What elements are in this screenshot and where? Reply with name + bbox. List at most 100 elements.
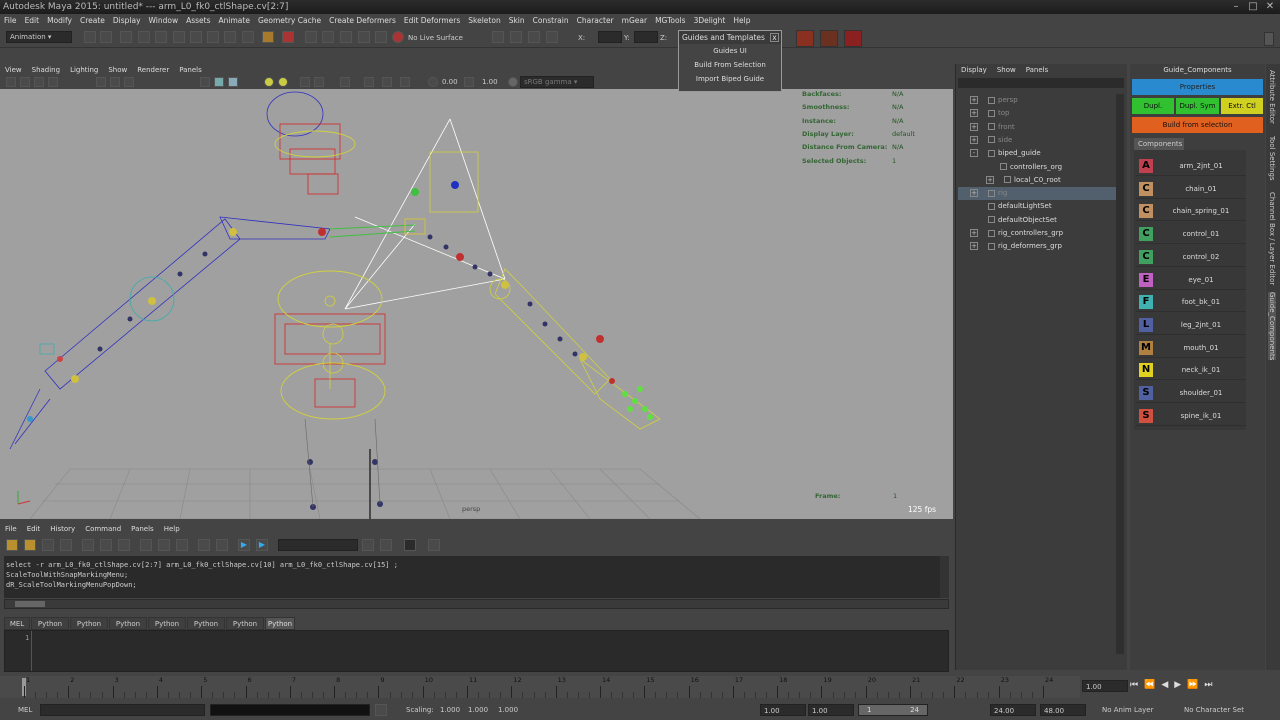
expand-icon[interactable]: + xyxy=(970,242,978,251)
outliner-item-defaultobjectset[interactable]: defaultObjectSet xyxy=(958,214,1118,227)
menu-window[interactable]: Window xyxy=(149,14,179,28)
save-script-icon[interactable] xyxy=(42,539,54,551)
popup-item-import-biped-guide[interactable]: Import Biped Guide xyxy=(679,72,781,86)
build-from-selection-button[interactable]: Build from selection xyxy=(1132,117,1263,133)
tab-guide-components[interactable]: Guide_Components xyxy=(1268,292,1276,361)
script-menu-edit[interactable]: Edit xyxy=(27,525,41,533)
tab-python-4[interactable]: Python xyxy=(148,617,186,630)
render-settings-icon[interactable] xyxy=(358,31,370,43)
outliner-search[interactable] xyxy=(958,78,1124,88)
menu-create[interactable]: Create xyxy=(80,14,105,28)
playback-end-field[interactable]: 24.00 xyxy=(990,704,1036,716)
anim-end-field[interactable]: 48.00 xyxy=(1040,704,1086,716)
outliner-menu-show[interactable]: Show xyxy=(997,66,1016,74)
script-search-field[interactable] xyxy=(278,539,358,551)
menu-constrain[interactable]: Constrain xyxy=(533,14,569,28)
exposure-icon[interactable] xyxy=(428,77,438,87)
anim-start-field[interactable]: 1.00 xyxy=(760,704,806,716)
tab-tool-settings[interactable]: Tool Settings xyxy=(1268,136,1276,181)
range-slider[interactable]: 1 24 xyxy=(858,704,928,716)
popup-item-build-from-selection[interactable]: Build From Selection xyxy=(679,58,781,72)
current-time-field[interactable]: 1.00 xyxy=(1082,680,1128,692)
bookmarks-icon[interactable] xyxy=(34,77,44,87)
render-icon[interactable] xyxy=(282,31,294,43)
minimize-icon[interactable]: – xyxy=(1228,0,1244,14)
component-chain-01[interactable]: Cchain_01 xyxy=(1136,179,1246,199)
command-line[interactable] xyxy=(40,704,205,716)
step-forward-key-icon[interactable]: ⏩ xyxy=(1187,680,1204,690)
menu-character[interactable]: Character xyxy=(577,14,614,28)
step-back-key-icon[interactable]: ⏪ xyxy=(1144,680,1161,690)
grid-icon[interactable] xyxy=(96,77,106,87)
show-line-numbers-icon[interactable] xyxy=(100,539,112,551)
component-spine-ik-01[interactable]: Sspine_ik_01 xyxy=(1136,406,1246,426)
expand-icon[interactable]: + xyxy=(970,109,978,118)
new-scene-icon[interactable] xyxy=(84,31,96,43)
open-scene-icon[interactable] xyxy=(100,31,112,43)
script-history[interactable]: select -r arm_L0_fk0_ctlShape.cv[2:7] ar… xyxy=(4,556,949,598)
x-field[interactable] xyxy=(598,31,622,43)
script-menu-panels[interactable]: Panels xyxy=(131,525,154,533)
lights-icon[interactable] xyxy=(264,77,274,87)
maximize-icon[interactable]: □ xyxy=(1245,0,1261,14)
textured-icon[interactable] xyxy=(228,77,238,87)
make-live-icon[interactable] xyxy=(242,31,254,43)
clear-input-icon[interactable] xyxy=(158,539,170,551)
outliner-item-biped-guide[interactable]: - biped_guide xyxy=(958,147,1118,160)
clear-history-icon[interactable] xyxy=(140,539,152,551)
outliner-item-rig-controllers-grp[interactable]: + rig_controllers_grp xyxy=(958,227,1118,240)
tool-settings-toggle-icon[interactable] xyxy=(546,31,558,43)
shelf-tool-3-icon[interactable] xyxy=(844,30,862,47)
outliner-item-rig[interactable]: + rig xyxy=(958,187,1118,201)
open-script-icon[interactable] xyxy=(6,539,18,551)
expand-icon[interactable]: + xyxy=(970,229,978,237)
select-camera-icon[interactable] xyxy=(6,77,16,87)
input-mode-icon[interactable] xyxy=(492,31,504,43)
snap-curve-icon[interactable] xyxy=(190,31,202,43)
go-to-start-icon[interactable]: ⏮ xyxy=(1130,680,1144,690)
viewport-menu-view[interactable]: View xyxy=(5,66,22,74)
menu-animate[interactable]: Animate xyxy=(219,14,250,28)
render-frame-icon[interactable] xyxy=(322,31,334,43)
component-chain-spring-01[interactable]: Cchain_spring_01 xyxy=(1136,201,1246,222)
lasso-icon[interactable] xyxy=(155,31,167,43)
outliner-menu-display[interactable]: Display xyxy=(961,66,987,74)
outliner-item-defaultlightset[interactable]: defaultLightSet xyxy=(958,200,1118,213)
menu-modify[interactable]: Modify xyxy=(47,14,72,28)
resolution-gate-icon[interactable] xyxy=(124,77,134,87)
properties-button[interactable]: Properties xyxy=(1132,79,1263,95)
menu-create-deformers[interactable]: Create Deformers xyxy=(329,14,396,28)
viewport-3d[interactable]: Backfaces: N/A Smoothness: N/A Instance: N/A D… xyxy=(0,89,953,519)
play-icon[interactable]: ▶ xyxy=(1174,680,1187,690)
echo-all-icon[interactable] xyxy=(82,539,94,551)
extr-ctl-button[interactable]: Extr. Ctl xyxy=(1221,98,1263,114)
select-object-icon[interactable] xyxy=(138,31,150,43)
outliner-item-local-c0-root[interactable]: + local_C0_root xyxy=(958,174,1118,187)
expand-icon[interactable]: + xyxy=(986,175,994,184)
outliner-item-rig-deformers-grp[interactable]: + rig_deformers_grp xyxy=(958,240,1118,253)
batch-render-icon[interactable] xyxy=(118,539,130,551)
script-menu-file[interactable]: File xyxy=(5,525,17,533)
tab-python-6[interactable]: Python xyxy=(226,617,264,630)
viewport-menu-lighting[interactable]: Lighting xyxy=(70,66,98,74)
lock-icon[interactable] xyxy=(262,31,274,43)
outliner-item-persp[interactable]: + persp xyxy=(958,94,1118,107)
menu-3delight[interactable]: 3Delight xyxy=(694,14,726,28)
anim-layer-label[interactable]: No Anim Layer xyxy=(1102,704,1153,716)
script-menu-command[interactable]: Command xyxy=(85,525,121,533)
execute-icon[interactable]: ▶ xyxy=(256,539,268,551)
smooth-shade-icon[interactable] xyxy=(214,77,224,87)
viewport-menu-show[interactable]: Show xyxy=(108,66,127,74)
menu-skeleton[interactable]: Skeleton xyxy=(468,14,500,28)
tab-python-7[interactable]: Python xyxy=(265,617,295,630)
color-management-icon[interactable] xyxy=(508,77,518,87)
shelf-scroll-icon[interactable] xyxy=(1264,32,1274,46)
popup-close-icon[interactable]: x xyxy=(770,33,779,42)
live-surface-icon[interactable] xyxy=(392,31,404,43)
outliner-scrollbar[interactable] xyxy=(1116,94,1124,654)
shelf-tool-2-icon[interactable] xyxy=(820,30,838,47)
source-script-icon[interactable] xyxy=(24,539,36,551)
tab-python-1[interactable]: Python xyxy=(31,617,69,630)
shadows-icon[interactable] xyxy=(278,77,288,87)
time-slider[interactable]: 1 2 3 4 5 6 7 8 9 10 11 12 13 14 15 16 17 18 19 20 21 22 23 24 xyxy=(0,676,1080,698)
